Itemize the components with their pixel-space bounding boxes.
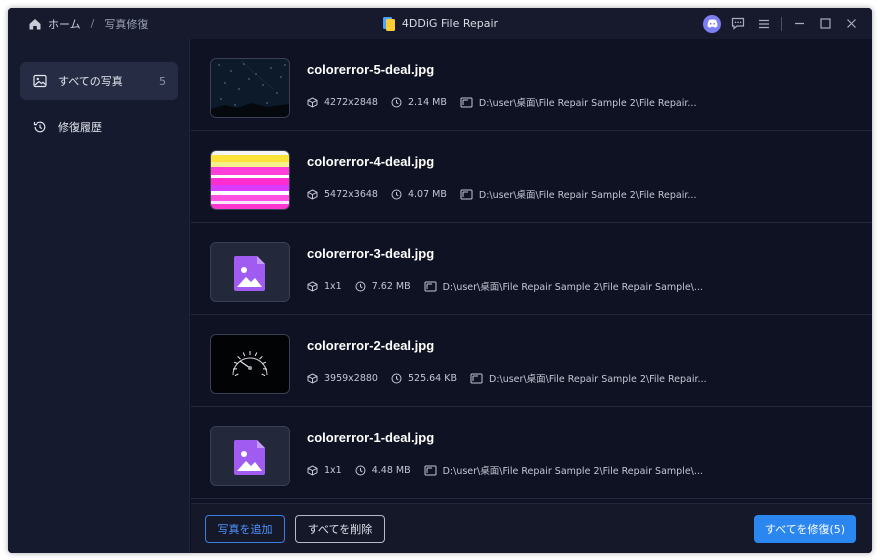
file-list: colorerror-5-deal.jpg 4272x2848 2.14 MB D:\… [191,39,872,503]
maximize-icon [819,18,831,29]
folder-path-icon [460,189,473,200]
photo-count-badge: 5 [159,74,166,88]
file-path: D:\user\桌面\File Repair Sample 2\File Rep… [442,466,703,477]
file-thumbnail[interactable] [210,334,290,394]
file-path: D:\user\桌面\File Repair Sample 2\File Rep… [442,282,703,293]
resolution-icon [307,188,318,200]
sidebar-item-label: 修復履歴 [58,121,102,134]
file-meta: 5472x3648 4.07 MB D:\user\桌面\File Repair S… [307,187,696,201]
menu-icon [759,19,769,28]
window-controls [699,8,864,39]
action-footer: 写真を追加 すべてを削除 すべてを修復(5) [191,503,872,553]
resolution-icon [307,280,318,292]
file-resolution: 5472x3648 [324,188,378,200]
breadcrumb-separator: / [90,17,95,30]
file-meta: 3959x2880 525.64 KB D:\user\桌面\File Repair… [307,371,707,385]
image-icon [32,73,48,89]
file-path: D:\user\桌面\File Repair Sample 2\File Rep… [478,190,697,201]
resolution-icon [307,372,318,384]
chat-icon [731,17,745,30]
folder-path-icon [460,97,473,108]
breadcrumb-home[interactable]: ホーム [48,16,81,32]
file-path: D:\user\桌面\File Repair Sample 2\File Rep… [489,374,707,385]
sidebar-item-repair-history[interactable]: 修復履歴 [20,108,178,146]
file-size: 2.14 MB [407,96,447,108]
file-thumbnail[interactable] [210,58,290,118]
file-path: D:\user\桌面\File Repair Sample 2\File Rep… [478,98,697,109]
file-meta: 4272x2848 2.14 MB D:\user\桌面\File Repair S… [307,95,696,109]
maximize-button[interactable] [812,8,838,39]
file-resolution: 3959x2880 [324,372,378,384]
folder-path-icon [424,281,437,292]
file-name: colorerror-1-deal.jpg [307,430,435,445]
minimize-button[interactable] [786,8,812,39]
file-thumbnail[interactable] [210,426,290,486]
repair-all-button[interactable]: すべてを修復(5) [754,515,856,543]
minimize-icon [794,22,804,25]
add-photo-button[interactable]: 写真を追加 [205,515,285,543]
clock-icon [391,373,402,384]
history-icon [32,119,48,135]
file-size: 525.64 KB [407,372,457,384]
file-size: 4.48 MB [371,464,411,476]
breadcrumb: ホーム / 写真修復 [8,16,148,32]
clock-icon [355,281,366,292]
file-name: colorerror-3-deal.jpg [307,246,435,261]
file-row[interactable]: colorerror-5-deal.jpg 4272x2848 2.14 MB D:\… [191,39,872,131]
sidebar: すべての写真 5 修復履歴 [8,39,190,553]
resolution-icon [307,96,318,108]
clock-icon [391,189,402,200]
sidebar-item-label: すべての写真 [58,75,123,88]
close-button[interactable] [838,8,864,39]
file-size: 7.62 MB [371,280,411,292]
file-resolution: 1x1 [324,464,342,476]
file-thumbnail[interactable] [210,242,290,302]
discord-icon [703,14,721,33]
file-meta: 1x1 7.62 MB D:\user\桌面\File Repair Sample … [307,279,703,293]
file-resolution: 1x1 [324,280,342,292]
file-row[interactable]: colorerror-4-deal.jpg 5472x3648 4.07 MB D:\… [191,131,872,223]
file-size: 4.07 MB [407,188,447,200]
close-icon [846,19,856,28]
clock-icon [355,465,366,476]
resolution-icon [307,464,318,476]
file-row[interactable]: colorerror-2-deal.jpg 3959x2880 525.64 KB D… [191,315,872,407]
breadcrumb-current: 写真修復 [104,17,149,31]
title-bar: ホーム / 写真修復 4DDiG File Repair [8,8,872,39]
file-name: colorerror-2-deal.jpg [307,338,435,353]
feedback-button[interactable] [725,8,751,39]
controls-divider [781,16,782,31]
home-icon[interactable] [28,17,42,31]
app-window: ホーム / 写真修復 4DDiG File Repair すべての写真 5 修復… [8,8,872,553]
app-logo-icon [382,16,396,32]
file-name: colorerror-4-deal.jpg [307,154,435,169]
clock-icon [391,97,402,108]
app-title: 4DDiG File Repair [401,17,499,30]
folder-path-icon [470,373,483,384]
menu-button[interactable] [751,8,777,39]
delete-all-button[interactable]: すべてを削除 [295,515,385,543]
sidebar-item-all-photos[interactable]: すべての写真 5 [20,62,178,100]
file-name: colorerror-5-deal.jpg [307,62,435,77]
discord-button[interactable] [699,8,725,39]
file-resolution: 4272x2848 [324,96,378,108]
folder-path-icon [424,465,437,476]
file-row[interactable]: colorerror-3-deal.jpg 1x1 7.62 MB D:\user\桌… [191,223,872,315]
file-row[interactable]: colorerror-1-deal.jpg 1x1 4.48 MB D:\user\桌… [191,407,872,499]
file-meta: 1x1 4.48 MB D:\user\桌面\File Repair Sample … [307,463,703,477]
file-thumbnail[interactable] [210,150,290,210]
